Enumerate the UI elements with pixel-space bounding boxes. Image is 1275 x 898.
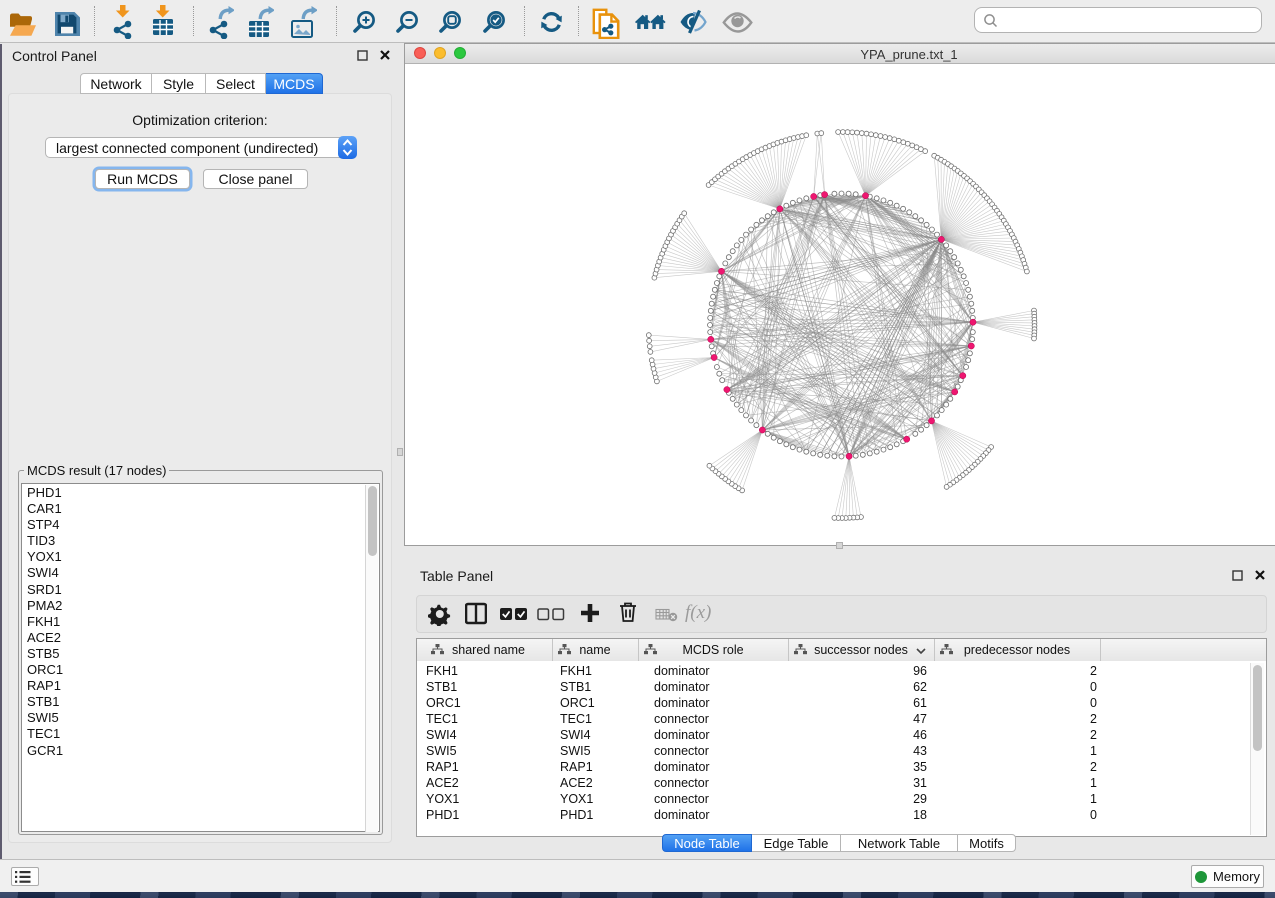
svg-text:f(x): f(x) bbox=[685, 602, 711, 623]
